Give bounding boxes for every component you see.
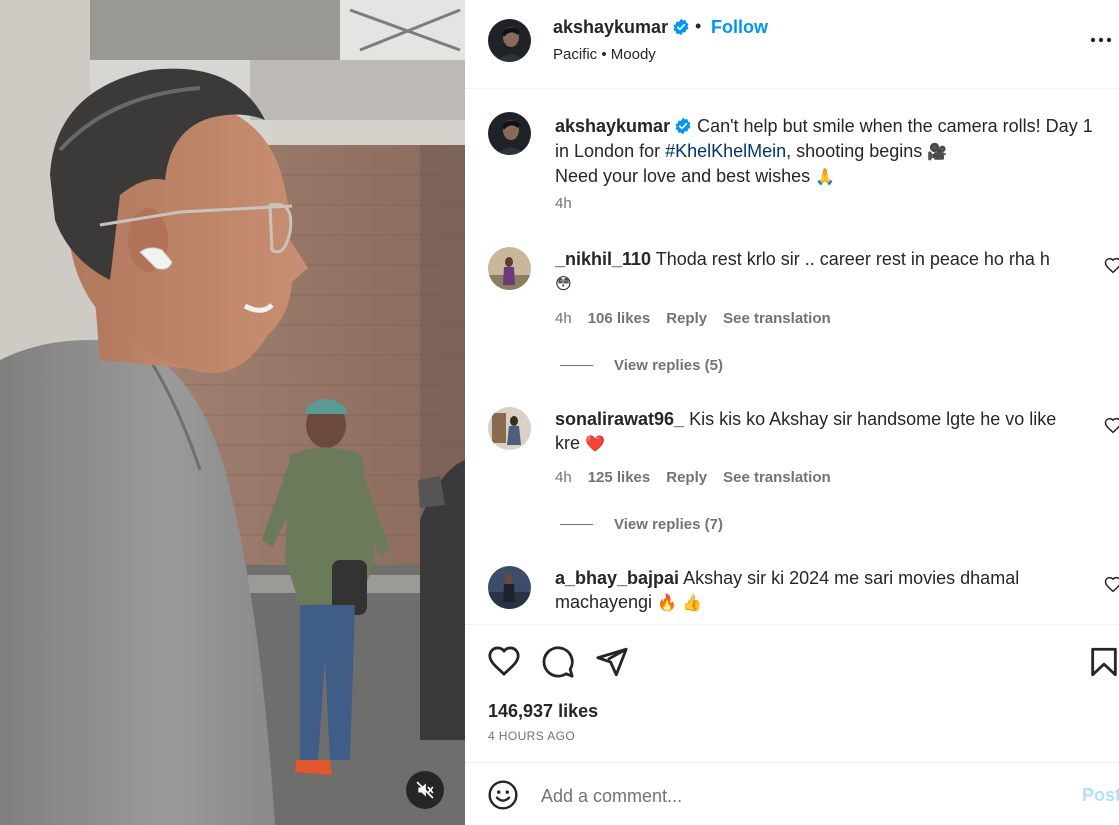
emoji-smiley-icon[interactable] xyxy=(487,779,519,811)
caption-text-after: , shooting begins xyxy=(786,141,928,161)
comment-input[interactable] xyxy=(541,781,1061,811)
verified-badge-icon xyxy=(673,18,689,36)
caption-username[interactable]: akshaykumar xyxy=(555,116,670,136)
post-actions: 146,937 likes 4 HOURS AGO xyxy=(465,624,1119,754)
comment-timestamp[interactable]: 4h xyxy=(555,469,572,486)
share-paper-plane-icon[interactable] xyxy=(595,645,629,679)
comment-like-heart-icon[interactable] xyxy=(1104,257,1119,275)
video-frame xyxy=(0,0,465,825)
mute-toggle-button[interactable] xyxy=(406,771,444,809)
caption-line-2: Need your love and best wishes xyxy=(555,166,816,186)
fire-thumbs-up-emoji: 🔥 👍 xyxy=(657,593,702,612)
header-separator: • xyxy=(695,16,702,36)
reply-button[interactable]: Reply xyxy=(666,469,707,486)
comment-likes-count[interactable]: 125 likes xyxy=(588,469,651,486)
author-avatar[interactable] xyxy=(488,19,531,62)
verified-badge-icon xyxy=(675,117,691,135)
commenter-avatar[interactable] xyxy=(488,407,531,450)
comment-meta: 4h 125 likes Reply See translation xyxy=(555,469,831,486)
comment-text: sonalirawat96_ Kis kis ko Akshay sir han… xyxy=(555,407,1075,456)
caption-hashtag[interactable]: #KhelKhelMein xyxy=(665,141,786,161)
reply-button[interactable]: Reply xyxy=(666,310,707,327)
post-comment-button[interactable]: Post xyxy=(1082,785,1119,806)
audio-attribution[interactable]: Pacific • Moody xyxy=(553,46,656,63)
comment-like-heart-icon[interactable] xyxy=(1104,576,1119,594)
see-translation-button[interactable]: See translation xyxy=(723,469,831,486)
commenter-username[interactable]: sonalirawat96_ xyxy=(555,409,684,429)
comment-item: _nikhil_110 Thoda rest krlo sir .. caree… xyxy=(465,247,1119,387)
commenter-avatar[interactable] xyxy=(488,566,531,609)
comment-text: a_bhay_bajpai Akshay sir ki 2024 me sari… xyxy=(555,566,1075,615)
flushed-emoji: 😳 xyxy=(555,274,572,293)
comment-item: a_bhay_bajpai Akshay sir ki 2024 me sari… xyxy=(465,566,1119,624)
instagram-post-modal: akshaykumar • Follow Pacific • Moody aks… xyxy=(0,0,1119,825)
post-timestamp[interactable]: 4 HOURS AGO xyxy=(488,729,575,743)
commenter-username[interactable]: a_bhay_bajpai xyxy=(555,568,679,588)
caption-timestamp[interactable]: 4h xyxy=(555,195,572,212)
comments-list[interactable]: akshaykumar Can't help but smile when th… xyxy=(465,90,1119,624)
comment-item: sonalirawat96_ Kis kis ko Akshay sir han… xyxy=(465,407,1119,547)
comment-text: _nikhil_110 Thoda rest krlo sir .. caree… xyxy=(555,247,1075,296)
replies-divider xyxy=(560,524,593,525)
add-comment-bar: Post xyxy=(465,762,1119,825)
comment-likes-count[interactable]: 106 likes xyxy=(588,310,651,327)
folded-hands-emoji: 🙏 xyxy=(815,167,836,186)
commenter-username[interactable]: _nikhil_110 xyxy=(555,249,651,269)
follow-button[interactable]: Follow xyxy=(711,17,768,38)
commenter-avatar[interactable] xyxy=(488,247,531,290)
heart-icon[interactable] xyxy=(487,645,521,679)
red-heart-emoji: ❤️ xyxy=(585,434,605,453)
comment-meta: 4h 106 likes Reply See translation xyxy=(555,310,831,327)
post-details-panel: akshaykumar • Follow Pacific • Moody aks… xyxy=(465,0,1119,825)
replies-divider xyxy=(560,365,593,366)
comment-body: Thoda rest krlo sir .. career rest in pe… xyxy=(651,249,1050,269)
caption-author-avatar[interactable] xyxy=(488,112,531,155)
see-translation-button[interactable]: See translation xyxy=(723,310,831,327)
bookmark-icon[interactable] xyxy=(1087,645,1119,679)
camera-emoji: 🎥 xyxy=(927,142,948,161)
comment-like-heart-icon[interactable] xyxy=(1104,417,1119,435)
post-video[interactable] xyxy=(0,0,465,825)
view-replies-label: View replies (7) xyxy=(614,516,723,533)
post-likes-count[interactable]: 146,937 likes xyxy=(488,701,598,722)
view-replies-button[interactable]: View replies (5) xyxy=(560,357,723,374)
more-options-icon[interactable] xyxy=(1089,28,1113,52)
post-header: akshaykumar • Follow Pacific • Moody xyxy=(465,0,1119,89)
view-replies-button[interactable]: View replies (7) xyxy=(560,516,723,533)
muted-speaker-icon xyxy=(416,781,434,799)
view-replies-label: View replies (5) xyxy=(614,357,723,374)
author-username[interactable]: akshaykumar xyxy=(553,17,690,38)
post-caption: akshaykumar Can't help but smile when th… xyxy=(555,114,1100,189)
comment-timestamp[interactable]: 4h xyxy=(555,310,572,327)
comment-bubble-icon[interactable] xyxy=(541,645,575,679)
